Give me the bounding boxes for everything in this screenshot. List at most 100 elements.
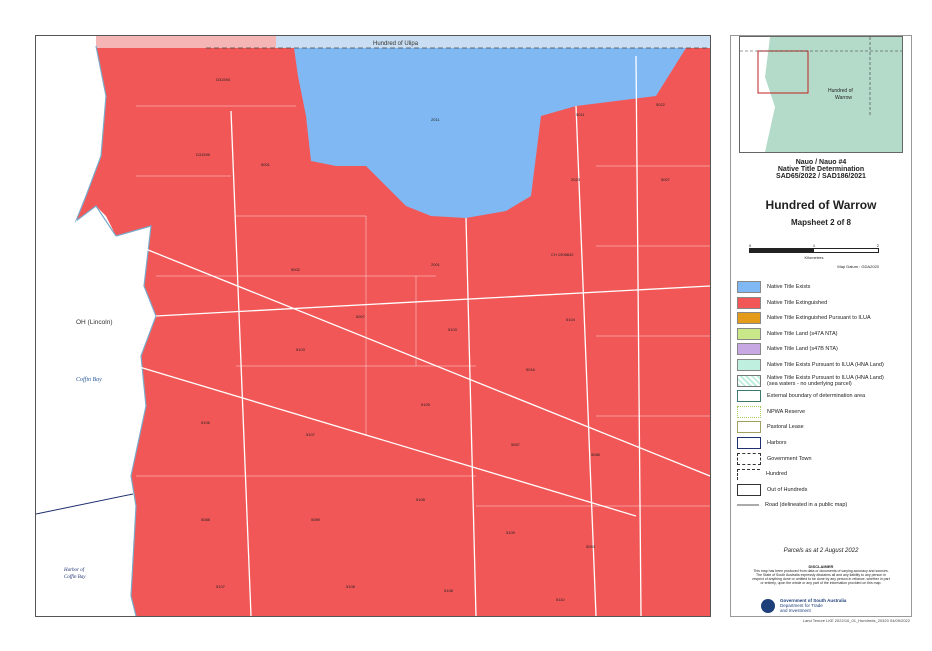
parcel-label: D31594 xyxy=(216,77,231,82)
legend-swatch xyxy=(737,405,761,418)
parcel-label: 5103 xyxy=(296,347,306,352)
scale-bar: 0 1 2 Kilometres Map Datum : GDA2020 xyxy=(749,243,879,269)
oh-lincoln-label: OH (Lincoln) xyxy=(76,319,112,326)
legend-label: Hundred xyxy=(766,471,788,478)
parcel-label: CH 1908842 xyxy=(551,252,574,257)
disclaimer: DISCLAIMER This map has been produced fr… xyxy=(751,564,891,585)
map-canvas: D31594 D31595 5001 2011 5011 5022 2023 5… xyxy=(36,36,710,616)
parcel-label: 5108 xyxy=(346,584,356,589)
parcel-label: 2023 xyxy=(571,177,581,182)
legend-swatch xyxy=(737,452,761,465)
locator-map[interactable]: Hundred of Warrow xyxy=(739,36,903,153)
legend-label: Out of Hundreds xyxy=(767,486,808,493)
scale-2: 2 xyxy=(876,243,879,248)
legend-label: Native Title Extinguished xyxy=(767,299,828,306)
scale-1: 1 xyxy=(812,243,816,248)
claim-block: Nauo / Nauo #4 Native Title Determinatio… xyxy=(731,159,911,180)
legend-label: Native Title Exists Pursuant to ILUA (HN… xyxy=(767,374,884,387)
legend-item: Native Title Land (s47B NTA) xyxy=(737,343,838,356)
ulipa-strip xyxy=(276,36,710,48)
parcel-label: 5016 xyxy=(526,367,536,372)
parcel-label: 5108 xyxy=(444,588,454,593)
legend-swatch xyxy=(737,281,761,293)
legend-label: Road (delineated in a public map) xyxy=(765,502,848,509)
legend-swatch xyxy=(737,359,761,371)
map-frame[interactable]: D31594 D31595 5001 2011 5011 5022 2023 5… xyxy=(35,35,711,617)
legend-item: Government Town xyxy=(737,452,812,465)
legend-swatch xyxy=(737,343,761,356)
coffin-bay-label: Coffin Bay xyxy=(76,376,102,383)
legend-item: Native Title Extinguished xyxy=(737,296,828,309)
parcels-date: Parcels as at 2 August 2022 xyxy=(783,548,859,554)
legend-swatch xyxy=(737,437,761,449)
locator-label: Hundred of xyxy=(828,88,853,94)
legend-item: Native Title Extinguished Pursuant to IL… xyxy=(737,312,871,325)
parcel-label: 5022 xyxy=(656,102,666,107)
parcel-label: 5088 xyxy=(201,517,211,522)
parcel-label: 2001 xyxy=(431,262,441,267)
legend-label: Native Title Extinguished Pursuant to IL… xyxy=(767,315,871,322)
legend-item: Native Title Exists Pursuant to ILUA (HN… xyxy=(737,359,884,371)
harbor-label-2: Coffin Bay xyxy=(64,575,86,580)
legend-item: Native Title Exists Pursuant to ILUA (HN… xyxy=(737,374,884,387)
parcel-label: 5002 xyxy=(291,267,301,272)
claim-line-2: Native Title Determination xyxy=(777,166,865,173)
parcel-label: 2011 xyxy=(431,117,440,122)
gov-logo-block: Government of South Australia Department… xyxy=(761,598,846,613)
legend-swatch xyxy=(737,374,761,387)
parcel-label: 5001 xyxy=(261,162,271,167)
claim-line-1: Nauo / Nauo #4 xyxy=(795,159,847,166)
legend-swatch xyxy=(737,483,761,496)
scale-0: 0 xyxy=(749,243,752,248)
side-panel: Hundred of Warrow Nauo / Nauo #4 Native … xyxy=(730,35,912,617)
legend-swatch xyxy=(737,504,759,507)
top-label: Hundred of Ulipa xyxy=(373,41,419,47)
parcel-label: 5106 xyxy=(201,420,211,425)
legend-item: Harbors xyxy=(737,437,787,449)
parcel-label: 5103 xyxy=(448,327,458,332)
locator-canvas: Hundred of Warrow xyxy=(740,37,902,152)
parcel-label: D31595 xyxy=(196,152,211,157)
legend-item: External boundary of determination area xyxy=(737,390,866,403)
sheet-title-block: Hundred of Warrow Mapsheet 2 of 8 xyxy=(731,198,911,227)
parcel-label: 5007 xyxy=(356,314,366,319)
legend-item: Road (delineated in a public map) xyxy=(737,499,847,511)
legend-label: External boundary of determination area xyxy=(767,393,866,400)
legend-label: Government Town xyxy=(767,455,812,462)
parcel-label: 5108 xyxy=(416,497,426,502)
gov-crest-icon xyxy=(761,598,775,613)
legend-label: Harbors xyxy=(767,440,787,446)
legend-swatch xyxy=(737,421,761,434)
parcel-label: 5107 xyxy=(216,584,226,589)
claim-line-3: SAD65/2022 / SAD186/2021 xyxy=(776,173,866,180)
legend-item: Native Title Land (s47A NTA) xyxy=(737,327,838,340)
legend-item: Out of Hundreds xyxy=(737,483,808,496)
pink-area xyxy=(96,36,276,48)
parcel-label: 5104 xyxy=(566,317,576,322)
scale-blocks xyxy=(749,248,879,253)
legend-label: Native Title Land (s47B NTA) xyxy=(767,346,838,353)
disclaimer-text: This map has been produced from data or … xyxy=(752,569,890,585)
legend-label: NPWA Reserve xyxy=(767,408,806,415)
legend-item: Hundred xyxy=(737,468,787,480)
legend-item: Native Title Exists xyxy=(737,281,810,293)
harbor-label: Harbor of xyxy=(63,568,85,573)
legend-swatch xyxy=(737,296,761,309)
parcel-label: 5089 xyxy=(311,517,321,522)
reference-text: Land Tenure LKE 2022/10_01_Hundreds_2032… xyxy=(802,618,910,623)
parcel-label: 5087 xyxy=(511,442,521,447)
legend-label: Native Title Exists xyxy=(767,284,811,290)
legend-item: NPWA Reserve xyxy=(737,405,806,418)
parcel-label: 5105 xyxy=(421,402,431,407)
parcel-label: 5093 xyxy=(586,544,596,549)
parcel-label: 5107 xyxy=(306,432,316,437)
parcel-label: 5007 xyxy=(661,177,671,182)
legend-label: Native Title Land (s47A NTA) xyxy=(767,330,838,337)
legend-swatch xyxy=(737,390,761,403)
legend-swatch xyxy=(737,312,761,325)
parcel-label: 5086 xyxy=(591,452,601,457)
parcel-label: 5109 xyxy=(506,530,516,535)
legend-item: Pastoral Lease xyxy=(737,421,804,434)
sheet-subtitle: Mapsheet 2 of 8 xyxy=(790,218,851,227)
datum: Map Datum : GDA2020 xyxy=(837,264,879,269)
